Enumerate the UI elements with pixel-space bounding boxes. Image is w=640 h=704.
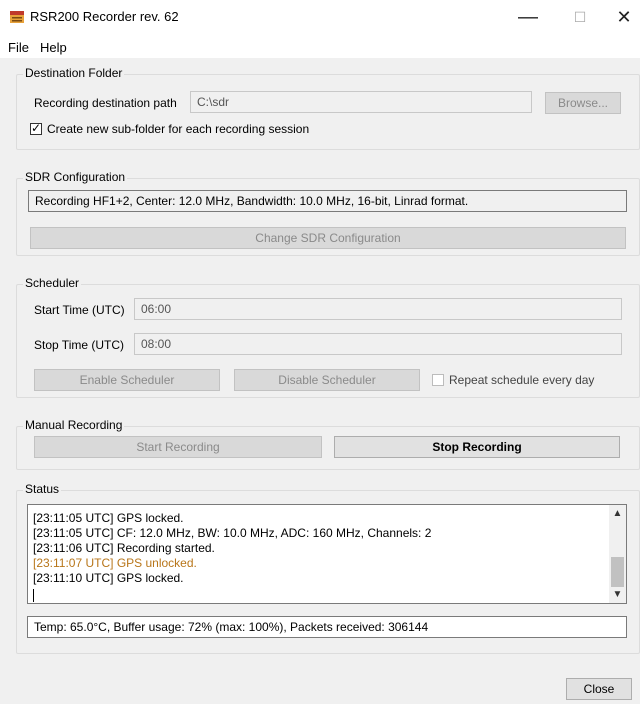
stop-time-field[interactable]: 08:00	[134, 333, 622, 355]
close-button[interactable]: Close	[566, 678, 632, 700]
change-sdr-config-button[interactable]: Change SDR Configuration	[30, 227, 626, 249]
log-scrollbar[interactable]: ▲ ▼	[609, 505, 626, 603]
subfolder-label: Create new sub-folder for each recording…	[47, 122, 310, 136]
start-recording-button[interactable]: Start Recording	[34, 436, 322, 458]
scroll-up-icon[interactable]: ▲	[609, 505, 626, 522]
menu-bar: File Help	[0, 36, 640, 58]
stop-time-label: Stop Time (UTC)	[34, 338, 125, 352]
start-time-label: Start Time (UTC)	[34, 303, 125, 317]
status-log[interactable]: [23:11:05 UTC] GPS locked. [23:11:05 UTC…	[27, 504, 627, 604]
stop-recording-button[interactable]: Stop Recording	[334, 436, 620, 458]
log-line: [23:11:05 UTC] CF: 12.0 MHz, BW: 10.0 MH…	[33, 526, 432, 540]
log-line: [23:11:10 UTC] GPS locked.	[33, 571, 184, 585]
destination-folder-title: Destination Folder	[23, 66, 125, 80]
app-icon	[10, 11, 24, 23]
repeat-schedule-checkbox[interactable]	[432, 374, 444, 386]
manual-recording-title: Manual Recording	[23, 418, 125, 432]
browse-button[interactable]: Browse...	[545, 92, 621, 114]
scrollbar-thumb[interactable]	[611, 557, 624, 587]
subfolder-checkbox[interactable]: ✓	[30, 121, 42, 135]
status-stats: Temp: 65.0°C, Buffer usage: 72% (max: 10…	[27, 616, 627, 638]
close-window-button[interactable]: ✕	[604, 4, 640, 30]
scheduler-title: Scheduler	[23, 276, 82, 290]
sdr-configuration-title: SDR Configuration	[23, 170, 128, 184]
destination-path-field[interactable]: C:\sdr	[190, 91, 532, 113]
status-title: Status	[23, 482, 62, 496]
menu-help[interactable]: Help	[40, 40, 67, 55]
enable-scheduler-button[interactable]: Enable Scheduler	[34, 369, 220, 391]
menu-file[interactable]: File	[8, 40, 29, 55]
text-cursor	[33, 589, 34, 602]
log-line: [23:11:07 UTC] GPS unlocked.	[33, 556, 197, 570]
log-line: [23:11:06 UTC] Recording started.	[33, 541, 215, 555]
log-line: [23:11:05 UTC] GPS locked.	[33, 511, 184, 525]
window-title: RSR200 Recorder rev. 62	[30, 9, 179, 24]
disable-scheduler-button[interactable]: Disable Scheduler	[234, 369, 420, 391]
title-bar: RSR200 Recorder rev. 62 — ☐ ✕	[0, 0, 640, 36]
sdr-config-summary: Recording HF1+2, Center: 12.0 MHz, Bandw…	[28, 190, 627, 212]
checkmark-icon: ✓	[31, 121, 42, 135]
scroll-down-icon[interactable]: ▼	[609, 586, 626, 603]
start-time-field[interactable]: 06:00	[134, 298, 622, 320]
minimize-button[interactable]: —	[508, 4, 548, 30]
maximize-button[interactable]: ☐	[560, 4, 600, 30]
destination-path-label: Recording destination path	[34, 96, 177, 110]
repeat-schedule-label: Repeat schedule every day	[449, 373, 595, 387]
